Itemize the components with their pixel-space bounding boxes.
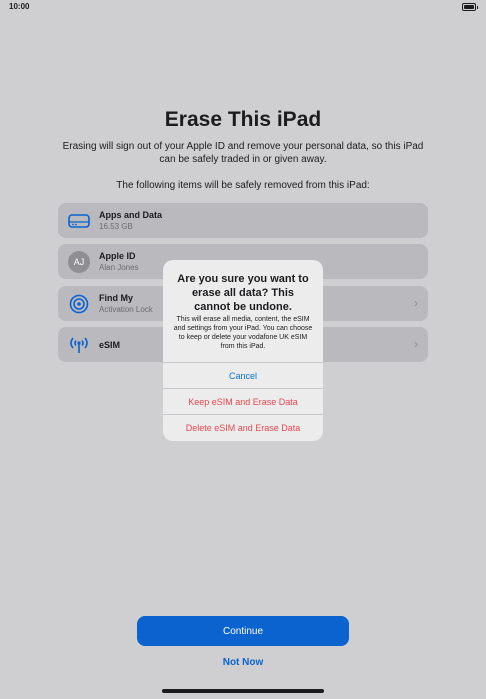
item-label: eSIM: [99, 340, 121, 350]
item-label: Apps and Data: [99, 210, 163, 220]
alert-title: Are you sure you want to erase all data?…: [177, 273, 309, 313]
avatar-initials: AJ: [68, 251, 90, 273]
continue-button[interactable]: Continue: [137, 616, 349, 646]
keep-esim-erase-button[interactable]: Keep eSIM and Erase Data: [163, 388, 323, 415]
item-detail: 16.53 GB: [99, 222, 133, 231]
battery-icon: [462, 3, 478, 11]
page-subtitle: Erasing will sign out of your Apple ID a…: [62, 141, 424, 165]
avatar: AJ: [68, 251, 90, 273]
chevron-right-icon: ›: [414, 296, 418, 310]
find-my-icon: [68, 293, 90, 315]
items-heading: The following items will be safely remov…: [116, 180, 370, 191]
storage-icon: [68, 210, 90, 232]
not-now-button[interactable]: Not Now: [0, 657, 486, 668]
status-bar: 10:00: [0, 0, 486, 14]
chevron-right-icon: ›: [414, 337, 418, 351]
item-detail: Alan Jones: [99, 263, 139, 272]
cancel-button[interactable]: Cancel: [163, 362, 323, 389]
esim-icon: [68, 334, 90, 356]
page-title: Erase This iPad: [164, 108, 322, 131]
item-label: Find My: [99, 293, 133, 303]
item-apps-and-data: Apps and Data 16.53 GB: [58, 203, 428, 238]
home-indicator[interactable]: [162, 689, 324, 693]
alert-message: This will erase all media, content, the …: [173, 316, 313, 350]
confirm-erase-alert: Are you sure you want to erase all data?…: [163, 260, 323, 441]
item-label: Apple ID: [99, 251, 136, 261]
delete-esim-erase-button[interactable]: Delete eSIM and Erase Data: [163, 414, 323, 441]
status-time: 10:00: [9, 2, 30, 11]
item-detail: Activation Lock: [99, 305, 153, 314]
